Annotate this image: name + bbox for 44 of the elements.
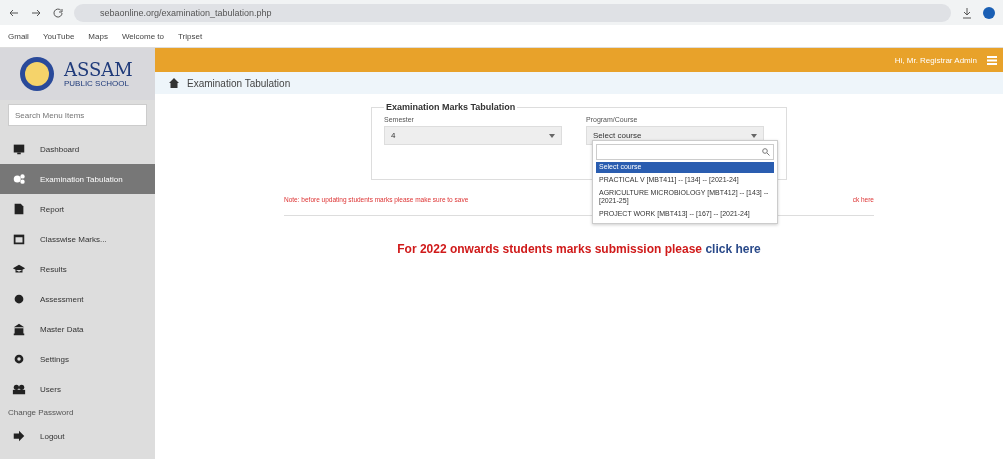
- semester-select[interactable]: 4: [384, 126, 562, 145]
- emblem-icon: [18, 55, 56, 93]
- panel-title: Examination Marks Tabulation: [385, 102, 517, 112]
- bookmark[interactable]: YouTube: [42, 31, 75, 41]
- logout-icon: [12, 429, 26, 443]
- sidebar-item[interactable]: Results: [0, 254, 155, 284]
- home-icon[interactable]: [169, 78, 179, 88]
- breadcrumb: Examination Tabulation: [187, 77, 291, 89]
- logo-text: ASSAM: [64, 60, 133, 79]
- profile-avatar[interactable]: [983, 6, 995, 19]
- sidebar-item[interactable]: Settings: [0, 344, 155, 374]
- monitor-icon: [12, 142, 26, 156]
- dropdown-search-field[interactable]: [596, 144, 774, 160]
- sidebar-item[interactable]: Dashboard: [0, 134, 155, 164]
- file-icon: [12, 202, 26, 216]
- link[interactable]: click here: [705, 242, 761, 256]
- bookmark[interactable]: Gmail: [8, 31, 29, 41]
- sidebar-item[interactable]: Classwise Marks...: [0, 224, 155, 254]
- circle-icon: [12, 292, 26, 306]
- caret-icon: [751, 133, 757, 138]
- download-icon[interactable]: [961, 6, 973, 19]
- sidebar-item[interactable]: Users: [0, 374, 155, 404]
- bookmark[interactable]: Tripset: [178, 31, 203, 41]
- address-bar[interactable]: sebaonline.org/examination_tabulation.php: [74, 3, 951, 22]
- gears-icon: [12, 172, 26, 186]
- search-field[interactable]: Search Menu Items: [8, 104, 147, 126]
- sidebar-item[interactable]: Assessment: [0, 284, 155, 314]
- notice-text: For 2022 onwards students marks submission please click here: [397, 242, 761, 256]
- settings-icon: [12, 352, 26, 366]
- logo-subtitle: PUBLIC SCHOOL: [64, 78, 130, 88]
- sidebar-item[interactable]: Report: [0, 194, 155, 224]
- users-icon: [12, 382, 26, 396]
- reload-icon[interactable]: [52, 6, 64, 19]
- section-label: Change Password: [7, 407, 75, 419]
- sidebar-item[interactable]: Master Data: [0, 314, 155, 344]
- caret-icon: [549, 133, 555, 138]
- calendar-icon: [12, 232, 26, 246]
- sidebar-item[interactable]: Examination Tabulation: [0, 164, 155, 194]
- building-icon: [12, 322, 26, 336]
- search-icon: [762, 148, 770, 156]
- sidebar-item[interactable]: Logout: [0, 421, 155, 451]
- bookmark[interactable]: Welcome to: [121, 31, 164, 41]
- graduation-cap-icon: [12, 262, 26, 276]
- bookmark[interactable]: Maps: [88, 31, 108, 41]
